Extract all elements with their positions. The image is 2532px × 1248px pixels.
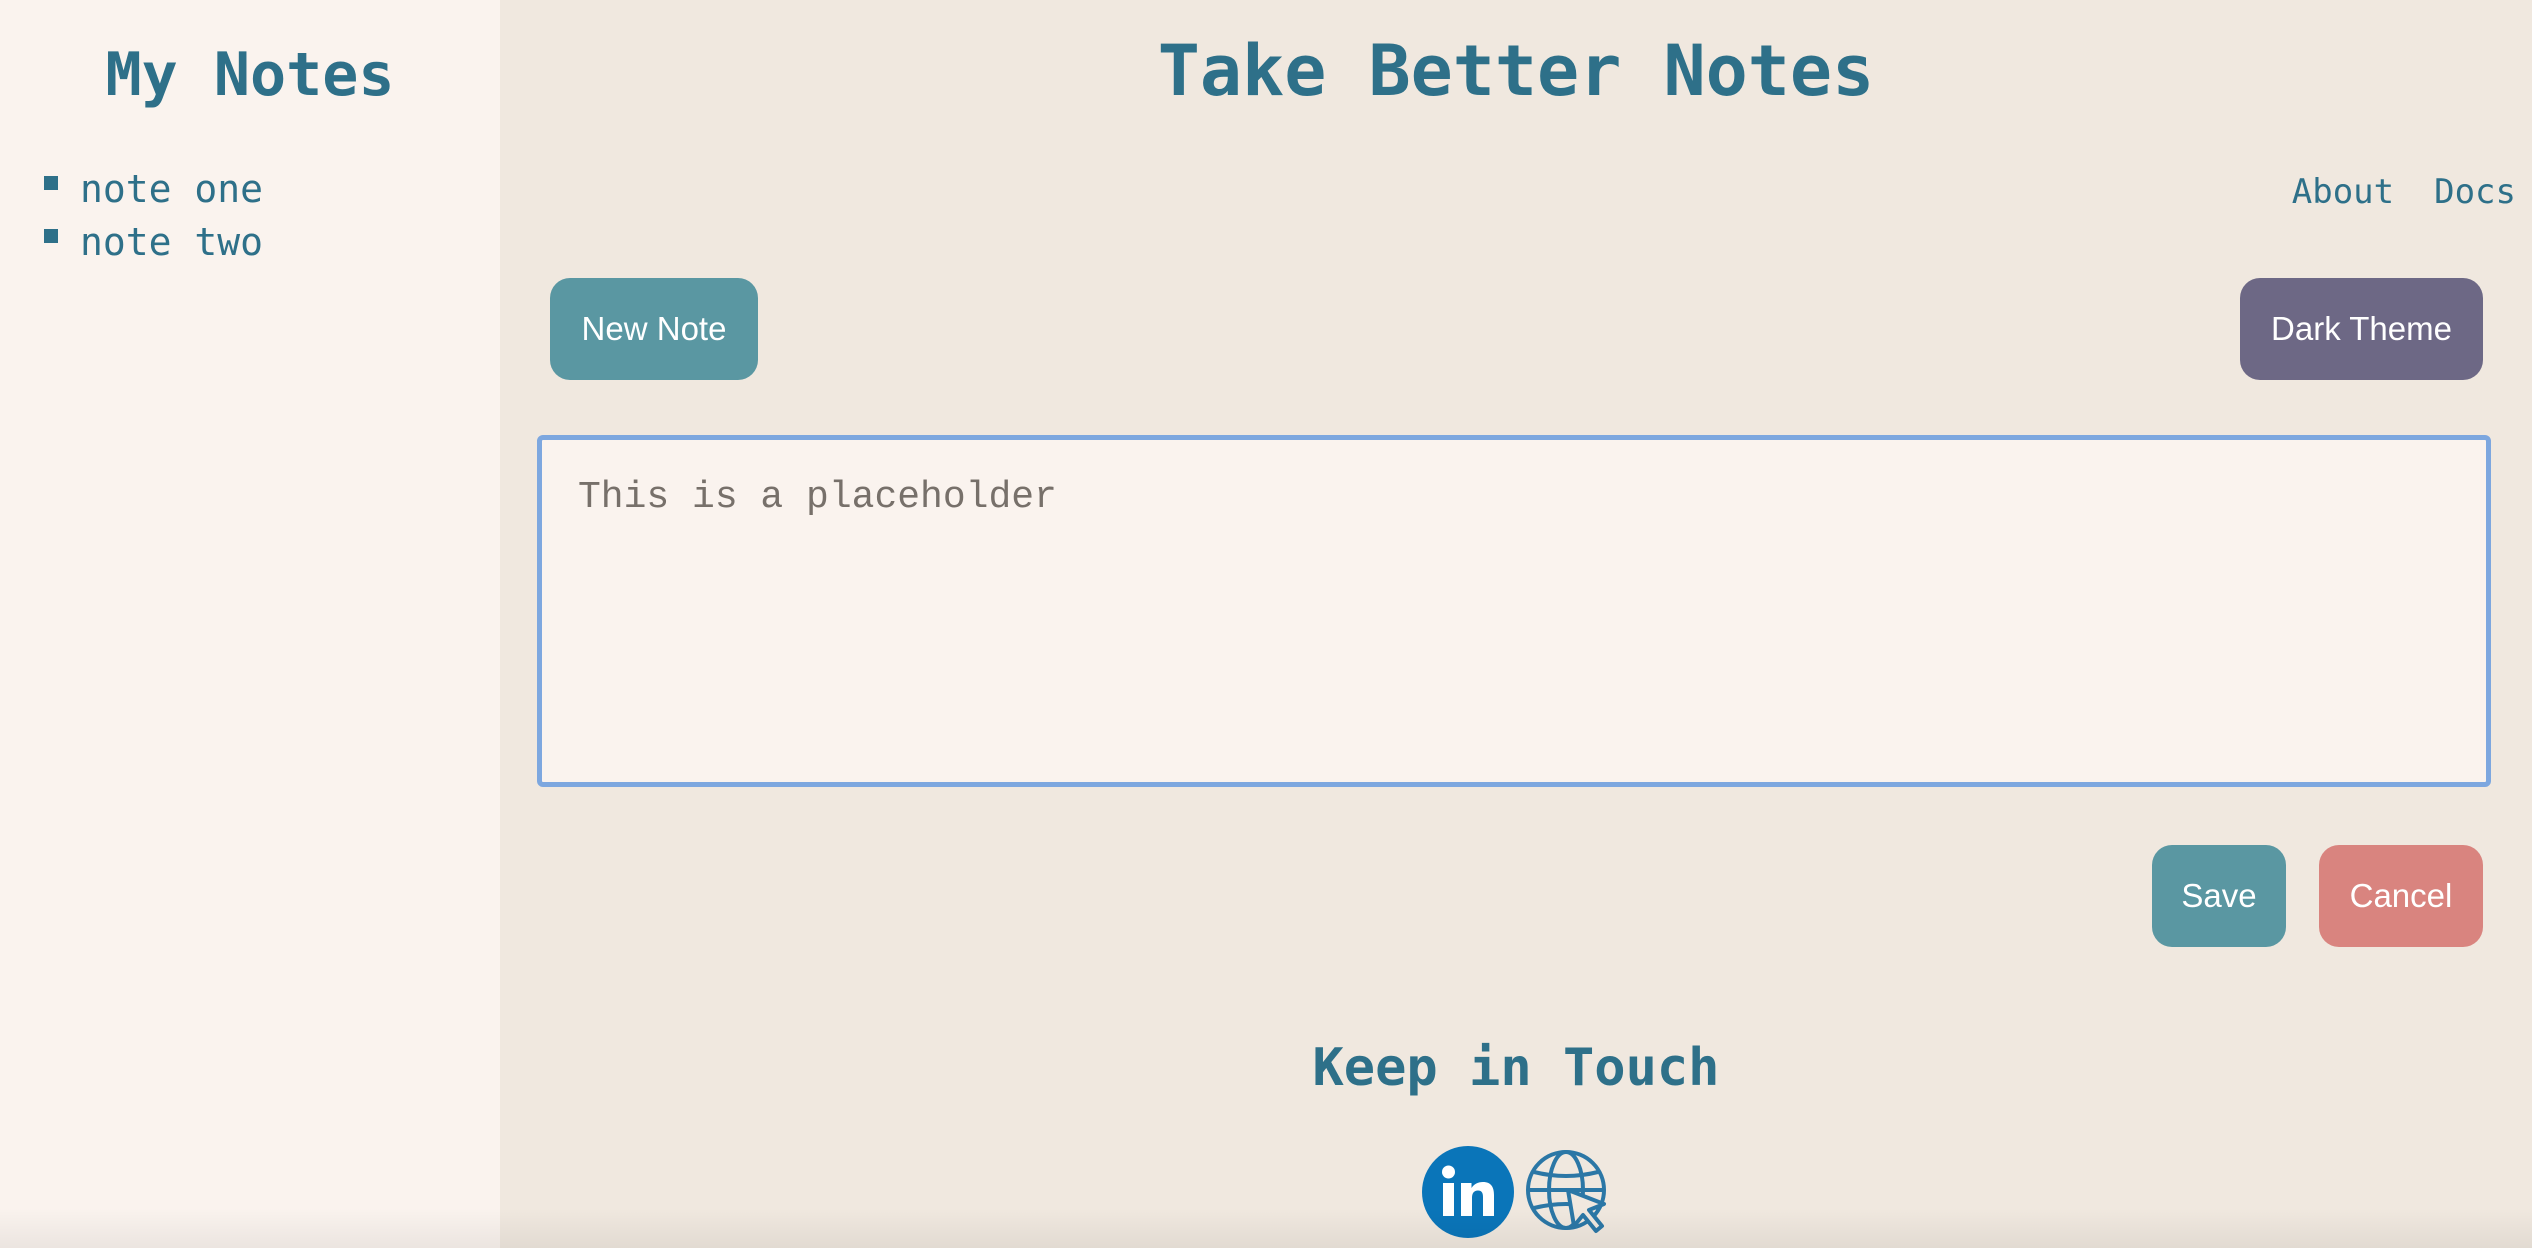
note-title[interactable]: note two <box>80 220 263 264</box>
save-button[interactable]: Save <box>2152 845 2286 947</box>
note-list: note one note two <box>44 162 263 268</box>
footer-title: Keep in Touch <box>1312 1038 1720 1098</box>
note-title[interactable]: note one <box>80 167 263 211</box>
note-list-item[interactable]: note one <box>44 162 263 215</box>
page-title: Take Better Notes <box>1157 30 1875 112</box>
bullet-icon <box>44 228 58 243</box>
top-nav: About Docs <box>2292 172 2516 212</box>
nav-link-about[interactable]: About <box>2292 172 2394 212</box>
sidebar-title: My Notes <box>105 40 395 110</box>
bullet-icon <box>44 175 58 190</box>
new-note-button[interactable]: New Note <box>550 278 758 380</box>
dark-theme-button[interactable]: Dark Theme <box>2240 278 2483 380</box>
sidebar: My Notes note one note two <box>0 0 500 1248</box>
cancel-button[interactable]: Cancel <box>2319 845 2483 947</box>
note-text-input[interactable] <box>537 435 2491 787</box>
note-list-item[interactable]: note two <box>44 215 263 268</box>
bottom-shadow <box>0 1208 2532 1248</box>
nav-link-docs[interactable]: Docs <box>2434 172 2516 212</box>
